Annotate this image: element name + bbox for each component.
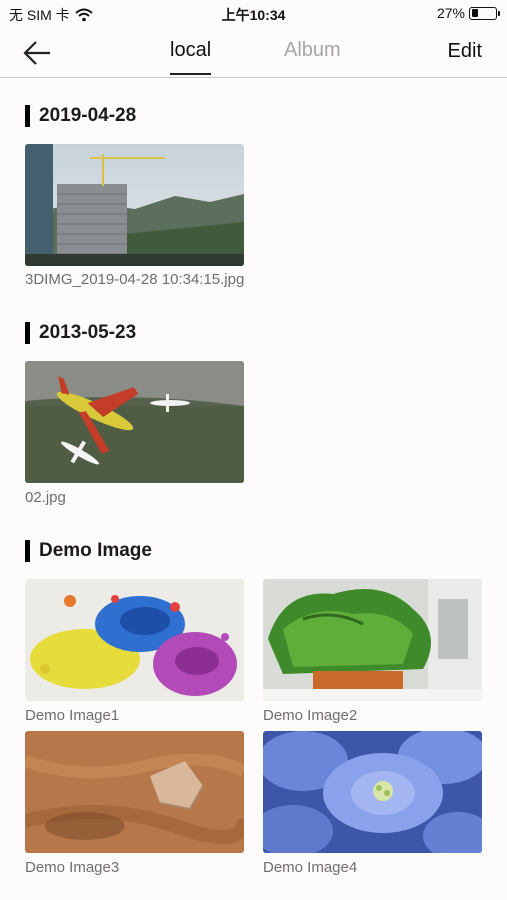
section-title: 2013-05-23 — [39, 322, 137, 343]
clock: 上午10:34 — [221, 7, 286, 23]
tab-album[interactable]: Album — [284, 39, 341, 62]
status-bar: 无 SIM 卡 上午10:34 27% — [0, 0, 507, 28]
nav-bar: local Album Edit — [0, 28, 507, 78]
photo-thumbnail[interactable] — [263, 579, 482, 701]
photo-thumbnail[interactable] — [25, 579, 244, 701]
battery-icon — [469, 6, 500, 20]
photo-thumbnail[interactable] — [25, 731, 244, 853]
photo-caption: 02.jpg — [25, 489, 66, 506]
section-title: Demo Image — [39, 540, 152, 561]
section-title: 2019-04-28 — [39, 105, 137, 126]
photo-caption: Demo Image4 — [263, 859, 358, 876]
section-marker — [25, 540, 30, 562]
status-right: 27% — [436, 5, 500, 21]
tab-local[interactable]: local — [170, 39, 212, 75]
section-marker — [25, 105, 30, 127]
photo-caption: Demo Image3 — [25, 859, 120, 876]
section-header: 2013-05-23 — [25, 322, 136, 344]
arrow-left-icon[interactable] — [22, 38, 54, 68]
photo-thumbnail[interactable] — [25, 144, 244, 266]
battery-percent: 27% — [436, 5, 465, 21]
photo-caption: 3DIMG_2019-04-28 10:34:15.jpg — [25, 271, 245, 288]
photo-caption: Demo Image1 — [25, 707, 120, 724]
photo-caption: Demo Image2 — [263, 707, 358, 724]
photo-thumbnail[interactable] — [25, 361, 244, 483]
section-header: 2019-04-28 — [25, 105, 136, 127]
section-marker — [25, 322, 30, 344]
battery-fill — [471, 9, 478, 17]
edit-button[interactable]: Edit — [448, 40, 482, 63]
section-header: Demo Image — [25, 540, 152, 562]
photo-thumbnail[interactable] — [263, 731, 482, 853]
